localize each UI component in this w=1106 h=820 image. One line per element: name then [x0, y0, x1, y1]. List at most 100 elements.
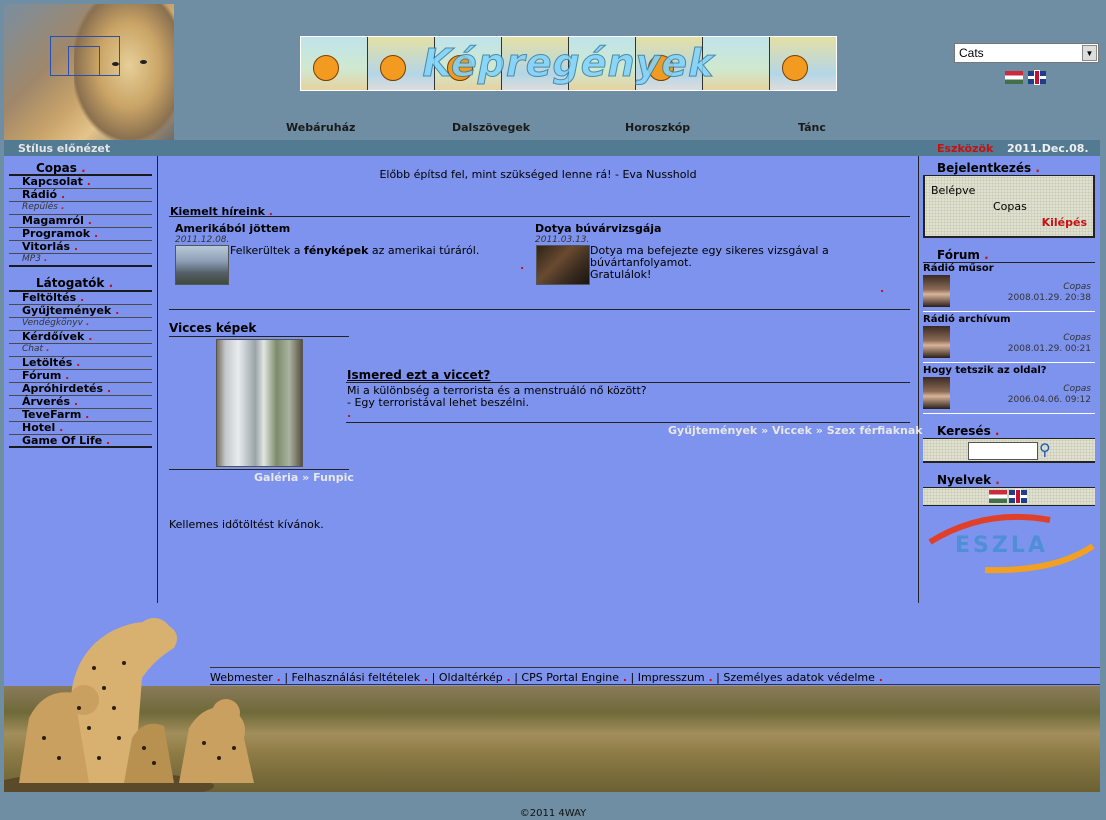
footer-link[interactable]: Impresszum — [638, 671, 705, 684]
news-more-dot[interactable]: . — [880, 282, 884, 295]
copas-menu-title: Copas . — [36, 161, 86, 175]
login-box: Belépve Copas Kilépés — [923, 176, 1095, 238]
english-flag-icon[interactable] — [1009, 490, 1027, 503]
left-column-divider — [157, 156, 158, 603]
style-preview-link[interactable]: Stílus előnézet — [18, 142, 110, 155]
gallery-breadcrumb: Galéria » Funpic — [254, 471, 354, 484]
red-dot-icon: . — [420, 671, 429, 684]
nav-webshop[interactable]: Webáruház — [286, 121, 355, 134]
red-dot-icon: . — [57, 202, 65, 212]
copas-menu-item-label: Magamról — [22, 214, 84, 227]
hungarian-flag-icon[interactable] — [1005, 71, 1023, 84]
forum-item-title[interactable]: Hogy tetszik az oldal? — [923, 365, 1047, 376]
comics-banner[interactable]: Képregények — [300, 36, 837, 91]
crumb-category[interactable]: Szex férfiaknak — [827, 424, 923, 437]
footer-link[interactable]: Webmester — [210, 671, 273, 684]
copas-menu: Kapcsolat . Rádió . Repülés . Magamról . Pro… — [9, 174, 152, 267]
english-flag-icon[interactable] — [1028, 71, 1046, 84]
news-thumbnail-1[interactable] — [175, 245, 229, 285]
visitors-menu-item-label: Hotel — [22, 421, 56, 434]
nav-lyrics[interactable]: Dalszövegek — [452, 121, 530, 134]
banner-title: Képregények — [422, 41, 715, 86]
red-dot-icon: . — [272, 671, 281, 684]
avatar — [923, 275, 950, 307]
site-logo-cheetah — [4, 4, 174, 140]
red-dot-icon: . — [84, 330, 93, 343]
forum-item-title[interactable]: Rádió műsor — [923, 263, 994, 274]
red-dot-icon: . — [111, 304, 120, 317]
status-bar: Stílus előnézet Eszközök 2011.Dec.08. — [4, 140, 1100, 156]
joke-title[interactable]: Ismered ezt a viccet? — [347, 368, 490, 382]
news-date-2: 2011.03.13. — [535, 235, 590, 245]
forum-item[interactable]: Rádió archívum Copas 2008.01.29. 00:21 — [923, 314, 1095, 363]
forum-item-title[interactable]: Rádió archívum — [923, 314, 1011, 325]
joke-more-dot[interactable]: . — [347, 407, 351, 420]
eszla-logo[interactable]: ESZLA — [925, 512, 1095, 576]
logged-in-user: Copas — [993, 200, 1027, 213]
funpic-link[interactable]: Funpic — [313, 471, 354, 484]
red-dot-icon: . — [82, 175, 91, 188]
hungarian-flag-icon[interactable] — [989, 490, 1007, 503]
copas-menu-item[interactable]: Vitorlás . — [9, 241, 152, 254]
languages-box — [923, 488, 1095, 506]
footer-links: Webmester . | Felhasználási feltételek .… — [210, 667, 1100, 685]
right-column-divider — [918, 156, 919, 603]
news-thumbnail-2[interactable] — [536, 245, 590, 285]
funny-pics-title: Vicces képek — [169, 321, 257, 335]
logout-link[interactable]: Kilépés — [1042, 216, 1087, 229]
copas-menu-item[interactable]: MP3 . — [9, 254, 152, 267]
footer-link[interactable]: Felhasználási feltételek — [292, 671, 421, 684]
visitors-menu-item-label: Letöltés — [22, 356, 73, 369]
separator: | — [627, 671, 638, 684]
quote-of-day: Előbb építsd fel, mint szükséged lenne r… — [379, 168, 697, 181]
visitors-menu-item-label: TeveFarm — [22, 408, 82, 421]
red-dot-icon: . — [76, 291, 85, 304]
forum-item[interactable]: Hogy tetszik az oldal? Copas 2006.04.06.… — [923, 365, 1095, 414]
news-title-2[interactable]: Dotya búvárvizsgája — [535, 222, 661, 235]
footer-link[interactable]: Oldaltérkép — [439, 671, 503, 684]
red-dot-icon: . — [704, 671, 713, 684]
news-title-1[interactable]: Amerikából jöttem — [175, 222, 290, 235]
crumb-jokes[interactable]: Viccek — [772, 424, 812, 437]
copas-menu-item[interactable]: Rádió . — [9, 189, 152, 202]
red-dot-icon: . — [57, 188, 66, 201]
visitors-menu: Feltöltés . Gyűjtemények . Vendégkönyv . Ké… — [9, 290, 152, 448]
visitors-menu-item[interactable]: Gyűjtemények . — [9, 305, 152, 318]
tools-link[interactable]: Eszközök — [937, 142, 993, 155]
search-icon[interactable]: ⚲ — [1039, 440, 1051, 459]
crumb-collections[interactable]: Gyűjtemények — [668, 424, 757, 437]
visitors-menu-item-label: Game Of Life — [22, 434, 103, 447]
funny-picture[interactable] — [216, 339, 303, 467]
separator: | — [510, 671, 522, 684]
forum-item-date: 2006.04.06. 09:12 — [1007, 395, 1091, 405]
joke-answer: - Egy terroristával lehet beszélni. — [347, 396, 529, 409]
visitors-menu-item-label: Vendégkönyv — [22, 318, 83, 328]
divider — [169, 216, 910, 217]
divider — [169, 469, 349, 470]
nav-horoscope[interactable]: Horoszkóp — [625, 121, 690, 134]
red-dot-icon: . — [103, 382, 112, 395]
forum-item[interactable]: Rádió műsor Copas 2008.01.29. 20:38 — [923, 263, 1095, 312]
current-date: 2011.Dec.08. — [1007, 142, 1089, 155]
search-input[interactable] — [968, 442, 1038, 460]
visitors-menu-item-label: Fórum — [22, 369, 62, 382]
gallery-link[interactable]: Galéria — [254, 471, 298, 484]
nav-dance[interactable]: Tánc — [798, 121, 826, 134]
separator: | — [280, 671, 292, 684]
visitors-menu-item[interactable]: Game Of Life . — [9, 435, 152, 448]
style-select[interactable]: Cats ▼ — [954, 43, 1099, 63]
red-dot-icon: . — [40, 254, 48, 264]
news-more-dot[interactable]: . — [520, 259, 524, 272]
red-dot-icon: . — [72, 356, 81, 369]
red-dot-icon: . — [61, 369, 70, 382]
red-dot-icon: . — [82, 318, 90, 328]
visitors-menu-item[interactable]: Kérdőívek . — [9, 331, 152, 344]
footer-link[interactable]: Személyes adatok védelme — [723, 671, 875, 684]
chevron-down-icon[interactable]: ▼ — [1082, 45, 1097, 61]
news-text-1: Felkerültek a fényképek az amerikai túrá… — [230, 244, 480, 257]
copas-menu-item-label: MP3 — [22, 254, 41, 264]
red-dot-icon: . — [70, 395, 79, 408]
footer-link[interactable]: CPS Portal Engine — [521, 671, 619, 684]
avatar — [923, 326, 950, 358]
visitors-menu-item-label: Feltöltés — [22, 291, 77, 304]
